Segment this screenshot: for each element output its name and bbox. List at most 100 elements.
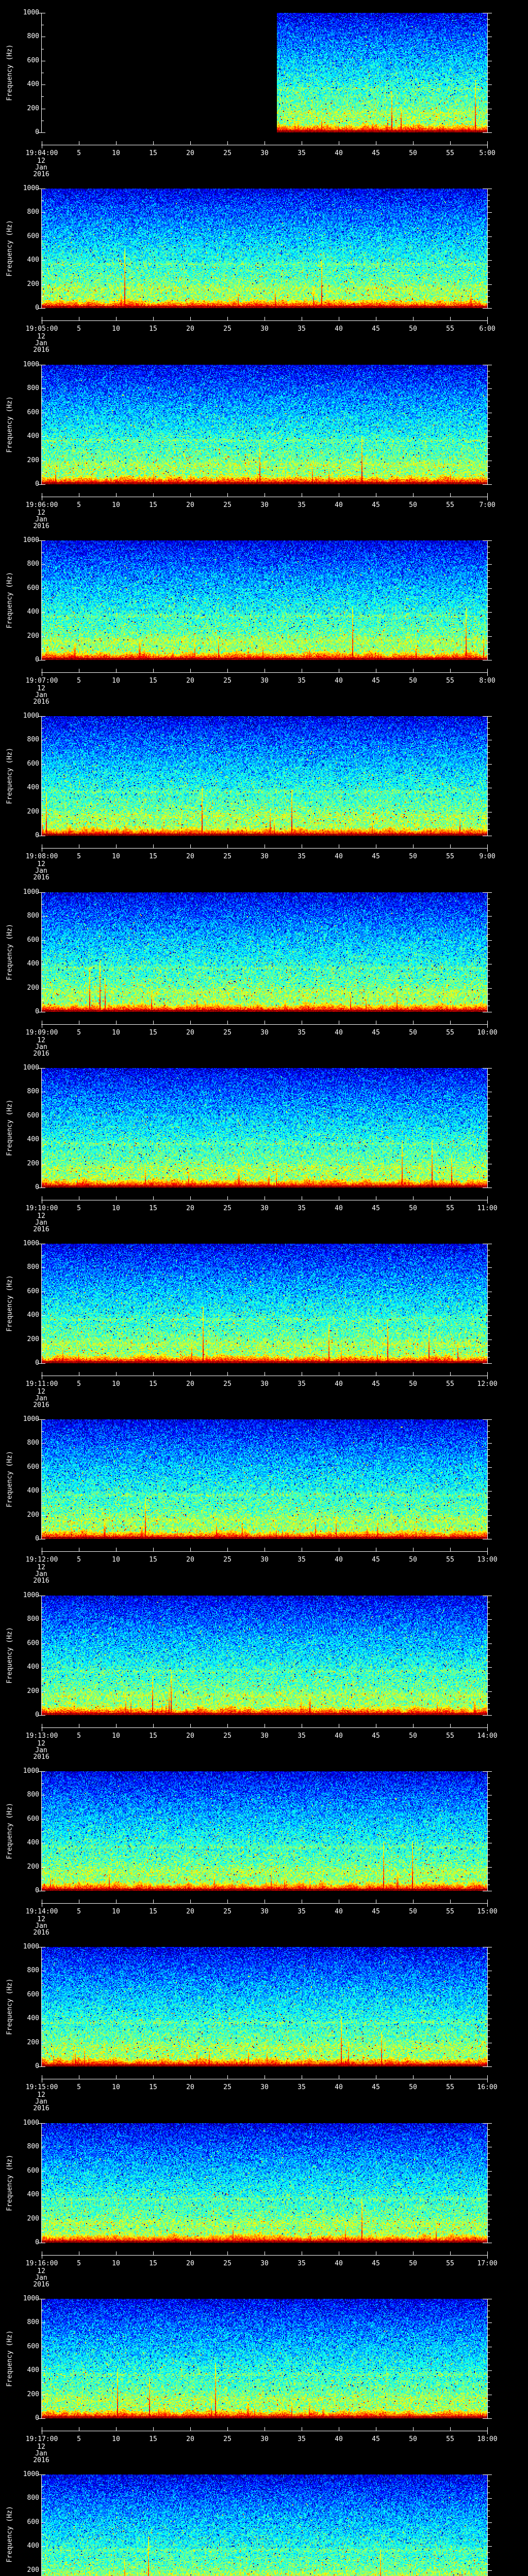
y-axis-tick-right <box>488 212 492 213</box>
y-axis-minor-tick <box>42 1000 44 1001</box>
y-axis-tick <box>42 2370 45 2371</box>
y-axis-tick-right <box>488 1625 490 1626</box>
y-tick-label: 400 <box>27 2542 39 2550</box>
y-axis-minor-tick <box>42 1431 44 1432</box>
y-axis-tick-right <box>488 829 490 830</box>
y-axis-tick-right <box>488 1655 490 1656</box>
y-axis-tick <box>42 716 45 717</box>
x-axis-tick <box>227 1548 228 1551</box>
y-tick-label: 0 <box>14 1711 39 1718</box>
y-axis-tick-right <box>488 988 492 989</box>
y-axis-end-cap <box>38 1363 42 1364</box>
y-axis-tick-right <box>488 1673 490 1674</box>
x-axis-tick <box>116 493 117 497</box>
y-axis-tick-right <box>488 478 490 479</box>
x-axis-tick <box>487 1196 488 1200</box>
y-axis-tick-right <box>488 552 490 553</box>
x-axis-tick <box>116 2251 117 2255</box>
y-axis-tick <box>42 2546 45 2547</box>
y-axis-tick-right <box>488 922 490 923</box>
x-axis-tick <box>153 1548 154 1551</box>
y-tick-label: 800 <box>27 2318 39 2326</box>
y-axis-tick-right <box>488 1151 490 1152</box>
y-axis-line-left <box>41 2475 42 2576</box>
y-axis-tick-right <box>488 248 490 249</box>
y-axis-minor-tick <box>42 2486 44 2487</box>
y-axis-tick-right <box>488 716 492 717</box>
y-tick-label: 1000 <box>23 712 39 720</box>
x-axis-tick <box>413 669 414 672</box>
y-axis-title: Frequency (Hz) <box>6 44 14 101</box>
y-axis-end-cap <box>38 132 42 133</box>
y-axis-end-cap-right <box>483 540 487 541</box>
y-axis-tick-right <box>488 1777 490 1778</box>
x-axis-end-cap <box>487 320 488 324</box>
spectrogram-panel-19-18-00: Frequency (Hz)0200400600800100019:18:005… <box>0 2462 528 2576</box>
y-axis-tick-right <box>488 2522 492 2523</box>
y-axis-tick-right <box>488 1431 490 1432</box>
y-axis-end-cap-right <box>483 1771 487 1772</box>
x-axis-tick <box>227 1372 228 1376</box>
x-axis-tick <box>450 493 451 497</box>
y-tick-label: 800 <box>27 208 39 216</box>
x-axis-tick <box>153 844 154 848</box>
y-tick-label: 800 <box>27 1615 39 1623</box>
y-axis-end-cap <box>38 484 42 485</box>
y-tick-label: 600 <box>27 1639 39 1647</box>
x-axis-tick <box>153 493 154 497</box>
y-axis-tick-right <box>488 454 490 455</box>
y-axis-end-cap <box>38 2123 42 2124</box>
y-tick-label: 1000 <box>23 9 39 16</box>
y-tick-label: 200 <box>27 105 39 112</box>
y-axis-end-cap <box>38 308 42 309</box>
y-axis-end-cap-right <box>483 1419 487 1420</box>
x-axis-tick <box>413 2427 414 2431</box>
y-axis-tick-right <box>488 1345 490 1346</box>
x-axis-tick <box>413 1724 414 1727</box>
y-axis-tick <box>42 2498 45 2499</box>
y-tick-label: 1000 <box>23 2119 39 2127</box>
y-tick-label: 1000 <box>23 1415 39 1423</box>
y-axis-tick <box>42 436 45 437</box>
y-axis-tick-right <box>488 1074 490 1075</box>
y-tick-label: 200 <box>27 2391 39 2398</box>
y-axis-minor-tick <box>42 1983 44 1984</box>
y-axis-tick <box>42 564 45 565</box>
y-axis-minor-tick <box>42 96 44 97</box>
y-tick-label: 600 <box>27 409 39 416</box>
y-axis-tick-right <box>488 1509 490 1510</box>
y-axis-tick <box>42 588 45 589</box>
x-axis-tick <box>413 1372 414 1376</box>
y-axis-tick-right <box>488 904 490 905</box>
y-axis-minor-tick <box>42 248 44 249</box>
y-axis-tick-right <box>488 2382 490 2383</box>
y-axis-tick <box>42 388 45 389</box>
y-axis-end-cap-right <box>483 1715 487 1716</box>
y-tick-label: 200 <box>27 280 39 288</box>
y-axis-tick-right <box>488 1491 492 1492</box>
y-axis-tick-right <box>488 448 490 449</box>
spectrogram-image <box>42 1068 487 1188</box>
spectrogram-panel-19-17-00: Frequency (Hz)0200400600800100019:17:005… <box>0 2286 528 2464</box>
y-axis-tick-right <box>488 2129 490 2130</box>
y-tick-label: 1000 <box>23 1767 39 1775</box>
y-axis-tick-right <box>488 284 492 285</box>
y-axis-tick-right <box>488 2552 490 2553</box>
x-axis-end-cap <box>487 1551 488 1555</box>
x-axis-tick <box>153 2075 154 2079</box>
x-tick-label: 18:00 <box>477 2435 498 2443</box>
y-axis-tick-right <box>488 752 490 753</box>
x-axis-tick <box>450 1548 451 1551</box>
y-axis-tick-right <box>488 1068 492 1069</box>
y-axis-tick <box>42 636 45 637</box>
x-axis-end-cap <box>487 1727 488 1731</box>
x-axis-tick <box>116 844 117 848</box>
y-axis-tick-right <box>488 1667 492 1668</box>
y-tick-label: 800 <box>27 1088 39 1095</box>
y-axis-tick-right <box>488 1333 490 1334</box>
x-axis-tick <box>450 1724 451 1727</box>
x-axis-tick <box>153 317 154 320</box>
spectrogram-image <box>42 1244 487 1363</box>
spectrogram-panel-19-08-00: Frequency (Hz)0200400600800100019:08:005… <box>0 703 528 881</box>
y-axis-tick-right <box>488 388 492 389</box>
